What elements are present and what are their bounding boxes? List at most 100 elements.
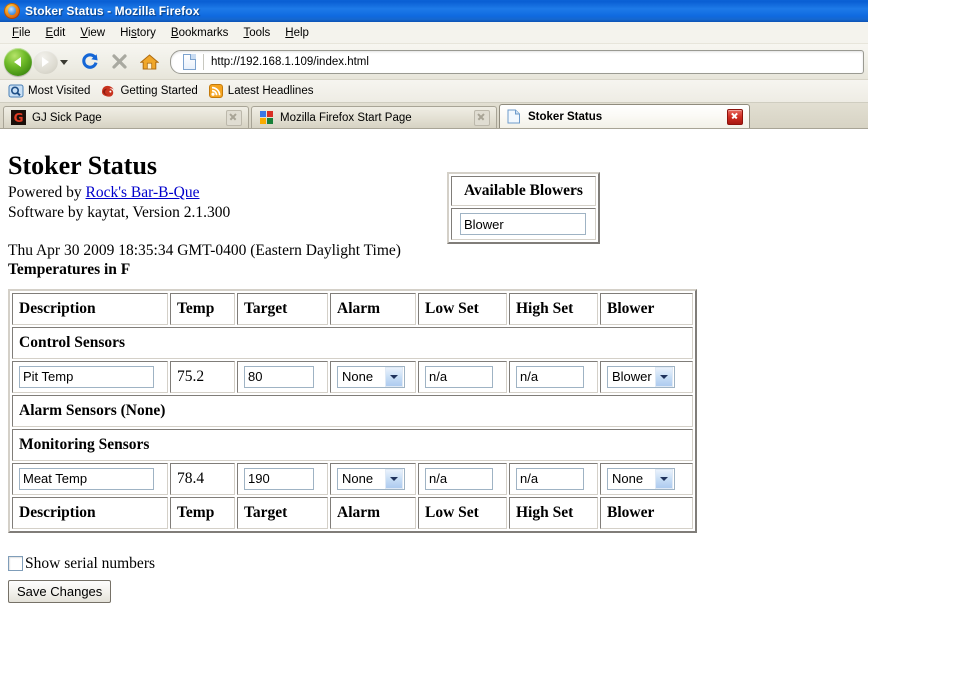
tab-gj-sick-page[interactable]: G GJ Sick Page: [3, 106, 249, 128]
blower-select[interactable]: None: [607, 467, 675, 490]
cell-temp: 78.4: [170, 462, 235, 495]
column-footer-alarm: Alarm: [330, 496, 416, 529]
bookmark-label: Most Visited: [28, 85, 91, 97]
menu-bar: File Edit View History Bookmarks Tools H…: [0, 22, 868, 44]
table-row: [451, 208, 596, 240]
table-footer-row: Description Temp Target Alarm Low Set Hi…: [12, 496, 693, 529]
low-set-input[interactable]: [425, 365, 493, 388]
chevron-down-icon[interactable]: [58, 50, 70, 74]
close-icon[interactable]: [727, 108, 743, 125]
blower-name-cell: [451, 208, 596, 240]
close-icon[interactable]: [226, 109, 242, 126]
menu-edit[interactable]: Edit: [39, 25, 74, 41]
navigation-toolbar: http://192.168.1.109/index.html: [0, 44, 868, 80]
show-serial-numbers-checkbox[interactable]: [8, 556, 23, 572]
menu-bookmarks[interactable]: Bookmarks: [164, 25, 237, 41]
powered-by-prefix: Powered by: [8, 183, 86, 201]
cell-description: [12, 360, 168, 393]
close-icon[interactable]: [474, 109, 490, 126]
column-footer-description: Description: [12, 496, 168, 529]
low-set-input[interactable]: [425, 467, 493, 490]
table-row: Available Blowers: [451, 176, 596, 206]
cell-low-set: [418, 462, 507, 495]
column-header-blower: Blower: [600, 292, 693, 325]
available-blowers-header: Available Blowers: [451, 176, 596, 206]
blower-name-input[interactable]: [460, 213, 586, 235]
browser-window: Stoker Status - Mozilla Firefox File Edi…: [0, 0, 868, 129]
menu-tools[interactable]: Tools: [236, 25, 278, 41]
sensor-table: Description Temp Target Alarm Low Set Hi…: [8, 288, 697, 533]
group-header-row: Monitoring Sensors: [12, 428, 693, 461]
bookmark-label: Latest Headlines: [227, 85, 314, 97]
table-row: 78.4 None None: [12, 462, 693, 495]
bookmark-getting-started[interactable]: Getting Started: [97, 82, 204, 100]
bookmark-most-visited[interactable]: Most Visited: [5, 82, 97, 100]
blower-select-value: None: [612, 471, 644, 487]
window-title: Stoker Status - Mozilla Firefox: [25, 4, 200, 18]
menu-file[interactable]: File: [5, 25, 39, 41]
stop-icon: [106, 49, 133, 75]
high-set-input[interactable]: [516, 467, 584, 490]
page-content: Stoker Status Powered by Rock's Bar-B-Qu…: [0, 143, 960, 693]
gj-sick-page-icon: G: [11, 109, 27, 126]
group-label-control-sensors: Control Sensors: [12, 326, 693, 359]
column-header-low-set: Low Set: [418, 292, 507, 325]
cell-alarm: None: [330, 462, 416, 495]
column-footer-high-set: High Set: [509, 496, 598, 529]
cell-target: [237, 360, 328, 393]
tab-label: GJ Sick Page: [32, 111, 102, 124]
title-bar: Stoker Status - Mozilla Firefox: [0, 0, 868, 22]
cell-description: [12, 462, 168, 495]
alarm-select[interactable]: None: [337, 467, 405, 490]
target-input[interactable]: [244, 365, 314, 388]
tab-stoker-status[interactable]: Stoker Status: [499, 104, 750, 128]
chevron-down-icon: [655, 468, 673, 489]
url-text[interactable]: http://192.168.1.109/index.html: [203, 53, 863, 70]
available-blowers-table: Available Blowers: [447, 172, 600, 244]
group-header-row: Control Sensors: [12, 326, 693, 359]
table-row: 75.2 None Blower: [12, 360, 693, 393]
show-serial-numbers-label: Show serial numbers: [25, 554, 156, 572]
cell-high-set: [509, 462, 598, 495]
column-header-temp: Temp: [170, 292, 235, 325]
rss-feed-icon: [208, 83, 224, 99]
description-input[interactable]: [19, 365, 154, 388]
home-icon[interactable]: [136, 49, 163, 75]
column-header-alarm: Alarm: [330, 292, 416, 325]
back-arrow-icon[interactable]: [4, 47, 32, 76]
tab-label: Mozilla Firefox Start Page: [280, 111, 412, 124]
description-input[interactable]: [19, 467, 154, 490]
chevron-down-icon: [385, 366, 403, 387]
alarm-select[interactable]: None: [337, 365, 405, 388]
tab-mozilla-firefox-start-page[interactable]: Mozilla Firefox Start Page: [251, 106, 497, 128]
column-footer-target: Target: [237, 496, 328, 529]
menu-help[interactable]: Help: [278, 25, 317, 41]
alarm-select-value: None: [342, 369, 374, 385]
menu-view[interactable]: View: [73, 25, 113, 41]
menu-history[interactable]: History: [113, 25, 164, 41]
cell-temp: 75.2: [170, 360, 235, 393]
target-input[interactable]: [244, 467, 314, 490]
svg-text:G: G: [14, 111, 24, 125]
firefox-icon: [4, 3, 20, 19]
page-icon: [507, 109, 523, 125]
blower-select-value: Blower: [612, 369, 652, 385]
group-label-alarm-sensors: Alarm Sensors (None): [12, 394, 693, 427]
column-footer-temp: Temp: [170, 496, 235, 529]
group-header-row: Alarm Sensors (None): [12, 394, 693, 427]
cell-high-set: [509, 360, 598, 393]
column-header-description: Description: [12, 292, 168, 325]
group-label-monitoring-sensors: Monitoring Sensors: [12, 428, 693, 461]
high-set-input[interactable]: [516, 365, 584, 388]
chevron-down-icon: [655, 366, 673, 387]
save-changes-button[interactable]: Save Changes: [8, 579, 112, 603]
cell-blower: None: [600, 462, 693, 495]
table-header-row: Description Temp Target Alarm Low Set Hi…: [12, 292, 693, 325]
blower-select[interactable]: Blower: [607, 365, 675, 388]
show-serial-numbers-row[interactable]: Show serial numbers: [8, 555, 952, 573]
url-bar[interactable]: http://192.168.1.109/index.html: [170, 49, 864, 74]
bookmark-latest-headlines[interactable]: Latest Headlines: [205, 82, 321, 100]
reload-icon[interactable]: [76, 49, 103, 75]
rocks-bar-b-que-link[interactable]: Rock's Bar-B-Que: [86, 184, 200, 201]
column-footer-low-set: Low Set: [418, 496, 507, 529]
